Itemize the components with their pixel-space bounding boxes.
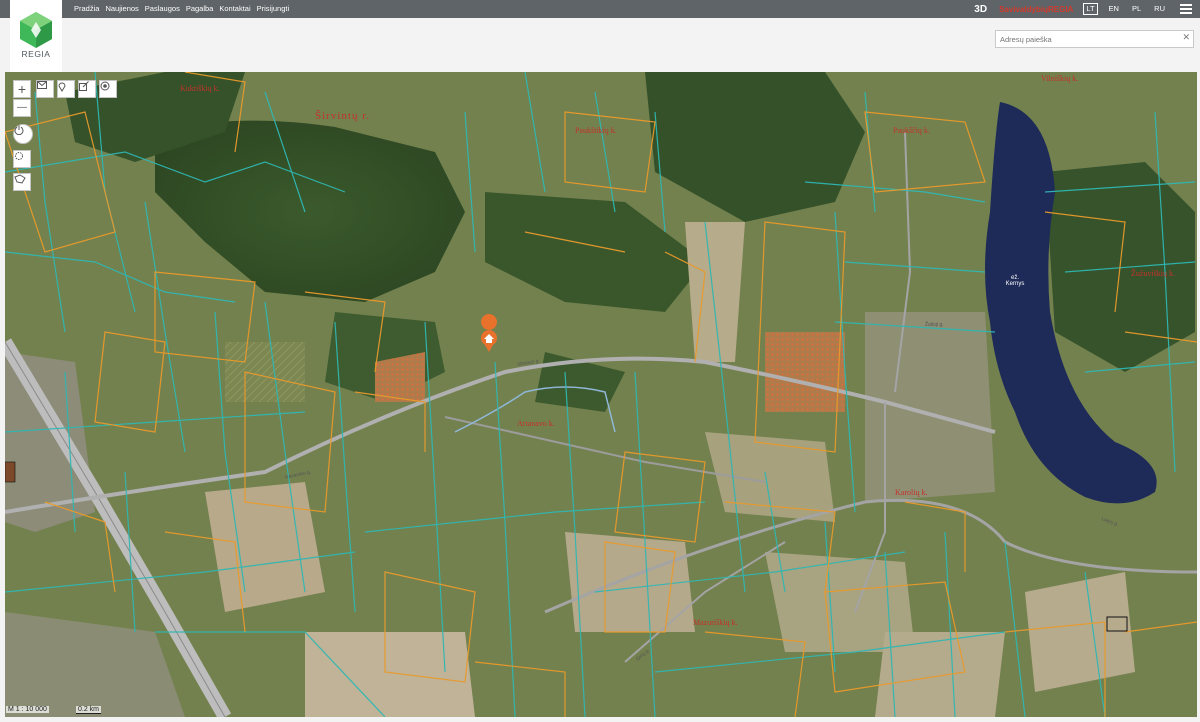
brand-name: REGIA [1048,4,1074,14]
3d-button[interactable]: 3D [974,4,987,15]
nav-services[interactable]: Paslaugos [145,0,180,18]
label-kuktiskiu: Kuktiškių k. [180,84,220,93]
logo-text: REGIA [21,49,51,59]
header: REGIA ✕ [0,0,1200,80]
locate-icon[interactable] [13,150,31,168]
label-pauksciu: Paukščių k. [893,126,930,135]
power-icon[interactable] [13,124,33,144]
search-input[interactable] [1000,32,1175,46]
brand-prefix: Savivaldybių [999,4,1048,14]
pin-icon[interactable] [57,80,75,98]
scale-bar: 0.2 km [76,706,102,714]
logo[interactable]: REGIA [10,0,62,80]
nav-home[interactable]: Pradžia [74,0,99,18]
hamburger-icon[interactable] [1180,4,1192,14]
edit-icon[interactable] [78,80,96,98]
nav-contacts[interactable]: Kontaktai [219,0,250,18]
map-view[interactable]: Širvintų r. Kuktiškių k. Paukštikių k. P… [5,72,1197,717]
zoom-in-icon[interactable]: + [13,80,31,98]
envelope-icon[interactable] [36,80,54,98]
address-search: ✕ [995,30,1194,48]
scale-ratio: M 1 : 10 000 [6,706,49,713]
nav-news[interactable]: Naujienos [105,0,138,18]
lang-pl[interactable]: PL [1130,4,1143,14]
aerial-map[interactable] [5,72,1197,717]
top-right-tools: 3D Savivaldybių REGIA LT EN PL RU [974,0,1200,18]
label-karoliu: Karolių k. [895,488,928,497]
lang-ru[interactable]: RU [1152,4,1167,14]
label-artanavo: Artanavo k. [517,419,555,428]
lang-en[interactable]: EN [1107,4,1121,14]
nav-help[interactable]: Pagalba [186,0,214,18]
label-paukstikiu: Paukštikių k. [575,126,617,135]
top-menu-bar: Pradžia Naujienos Paslaugos Pagalba Kont… [0,0,1200,18]
lake-label: ež. Kernys [1000,275,1030,287]
label-mazurisku: Mazuriškių k. [693,618,738,627]
lasso-icon[interactable] [13,173,31,191]
top-navigation: Pradžia Naujienos Paslaugos Pagalba Kont… [74,0,295,18]
target-icon[interactable] [99,80,117,98]
road-label-4: Žalioji g. [925,322,944,328]
label-zuzuviskiu: Žužuviškių k. [1131,269,1175,278]
close-icon[interactable]: ✕ [1182,32,1190,43]
lake-name: Kernys [1005,281,1025,287]
label-vilniskiu: Vilniškių k. [1041,74,1079,83]
label-sirvintu: Širvintų r. [315,110,371,122]
zoom-out-icon[interactable]: — [13,99,31,117]
lang-lt[interactable]: LT [1083,3,1098,15]
nav-login[interactable]: Prisijungti [257,0,290,18]
